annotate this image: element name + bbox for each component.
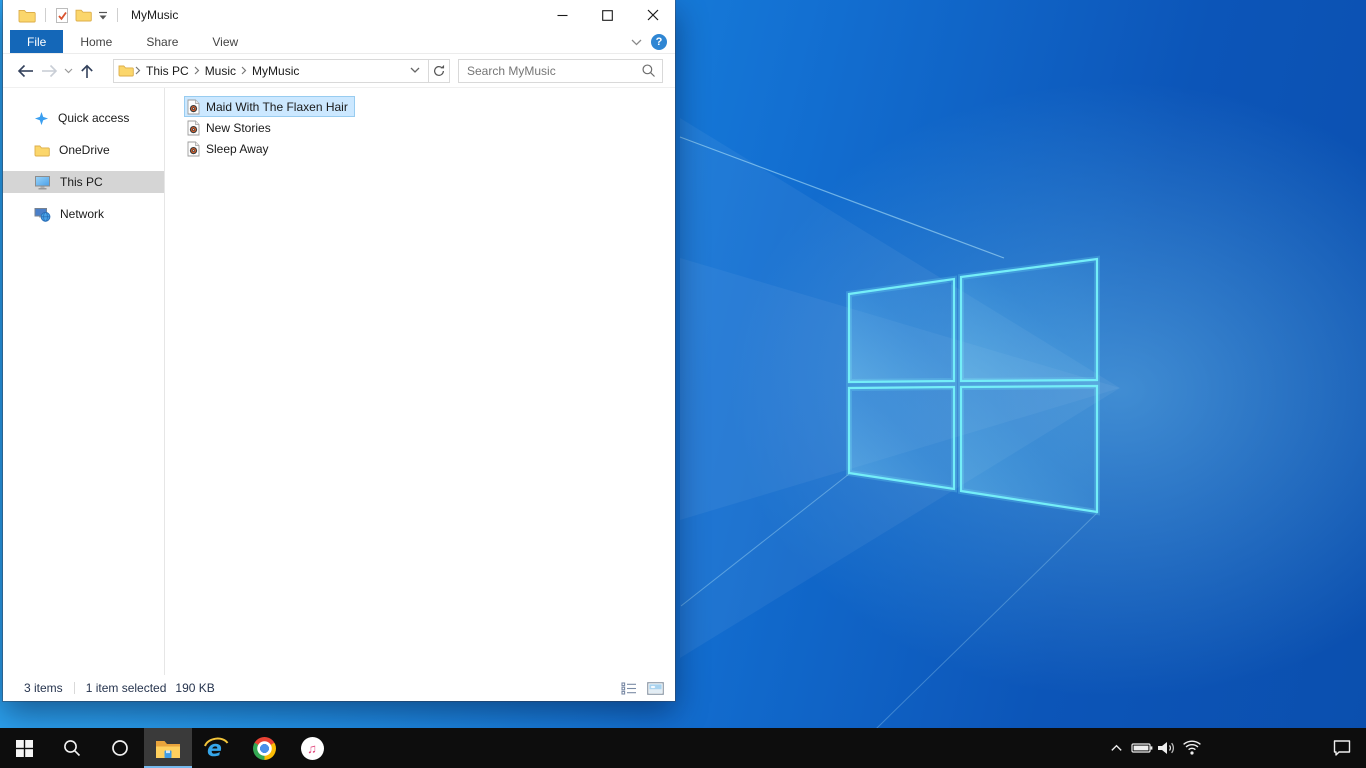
window-title: MyMusic [131,8,179,22]
breadcrumb-music[interactable]: Music [201,64,240,78]
cortana-icon[interactable] [96,728,144,768]
explorer-folder-icon[interactable] [15,3,39,27]
minimize-button[interactable] [540,0,585,30]
volume-icon[interactable] [1154,728,1179,768]
maximize-button[interactable] [585,0,630,30]
hidden-icons-chevron-icon[interactable] [1104,728,1129,768]
screen: MyMusic File Home Share View ? This PC M… [0,0,1366,768]
details-view-icon[interactable] [621,681,637,695]
file-name: New Stories [206,120,271,135]
tab-file[interactable]: File [10,30,64,53]
file-item-sleep-away[interactable]: Sleep Away [184,138,276,159]
back-button[interactable] [13,58,37,84]
breadcrumb-chevron-icon[interactable] [134,66,142,75]
start-button[interactable] [0,728,48,768]
sidebar-item-label: OneDrive [59,143,110,157]
qat-separator [45,8,46,22]
selection-size: 190 KB [175,681,215,695]
caption-buttons [540,0,675,30]
quick-access-star-icon [34,111,49,126]
breadcrumb-chevron-icon[interactable] [240,66,248,75]
music-note-glyph: ♫ [300,736,324,760]
system-tray [1104,728,1366,768]
window-content: Quick access OneDrive This PC Network Ma… [3,88,675,675]
new-folder-icon[interactable] [72,3,95,27]
audio-file-icon [187,141,200,157]
file-explorer-icon[interactable] [144,728,192,768]
help-button[interactable]: ? [651,34,667,50]
customize-qat-chevron-icon[interactable] [95,3,111,27]
tab-view[interactable]: View [195,30,255,53]
file-name: Sleep Away [206,141,269,156]
title-bar: MyMusic [3,0,675,30]
up-button[interactable] [75,58,99,84]
search-box [458,58,663,83]
address-bar[interactable]: This PC Music MyMusic [113,58,429,83]
status-separator [73,682,75,694]
sidebar-item-label: This PC [60,175,103,189]
status-bar: 3 items 1 item selected 190 KB [3,675,675,701]
file-item-maid-with-the-flaxen-hair[interactable]: Maid With The Flaxen Hair [184,96,355,117]
file-explorer-window: MyMusic File Home Share View ? This PC M… [3,0,675,701]
wifi-icon[interactable] [1179,728,1204,768]
file-name: Maid With The Flaxen Hair [206,99,348,114]
file-item-new-stories[interactable]: New Stories [184,117,278,138]
close-button[interactable] [630,0,675,30]
navigation-toolbar: This PC Music MyMusic [3,54,675,88]
expand-ribbon-chevron-icon[interactable] [631,35,642,49]
forward-button[interactable] [37,58,61,84]
thumbnail-view-icon[interactable] [647,681,664,695]
file-list[interactable]: Maid With The Flaxen Hair New Stories Sl… [165,88,675,675]
qat-separator [117,8,118,22]
navigation-pane: Quick access OneDrive This PC Network [3,88,165,675]
network-icon [34,207,51,222]
breadcrumb-mymusic[interactable]: MyMusic [248,64,303,78]
itunes-icon[interactable]: ♫ [288,728,336,768]
address-dropdown-chevron-icon[interactable] [410,67,423,74]
search-magnifier-icon[interactable] [641,63,656,78]
action-center-icon[interactable] [1322,728,1362,768]
onedrive-folder-icon [34,144,50,157]
folder-icon [118,64,134,77]
sidebar-item-network[interactable]: Network [3,203,164,225]
chrome-icon[interactable] [240,728,288,768]
tab-home[interactable]: Home [63,30,129,53]
breadcrumb-this-pc[interactable]: This PC [142,64,193,78]
recent-locations-chevron-icon[interactable] [61,58,75,84]
search-input[interactable] [467,63,641,78]
ribbon-tabs: File Home Share View ? [3,30,675,54]
battery-icon[interactable] [1129,728,1154,768]
sidebar-item-this-pc[interactable]: This PC [3,171,164,193]
items-count: 3 items [24,681,63,695]
sidebar-item-onedrive[interactable]: OneDrive [3,139,164,161]
search-icon[interactable] [48,728,96,768]
properties-check-icon[interactable] [52,3,72,27]
this-pc-monitor-icon [34,175,51,190]
tab-share[interactable]: Share [129,30,195,53]
refresh-button[interactable] [428,58,450,83]
sidebar-item-label: Network [60,207,105,221]
sidebar-item-quick-access[interactable]: Quick access [3,107,164,129]
sidebar-item-label: Quick access [58,111,130,125]
audio-file-icon [187,120,200,136]
selection-count: 1 item selected [85,681,167,695]
internet-explorer-icon[interactable]: e [192,728,240,768]
audio-file-icon [187,99,200,115]
taskbar: e ♫ [0,728,1366,768]
breadcrumb-chevron-icon[interactable] [193,66,201,75]
